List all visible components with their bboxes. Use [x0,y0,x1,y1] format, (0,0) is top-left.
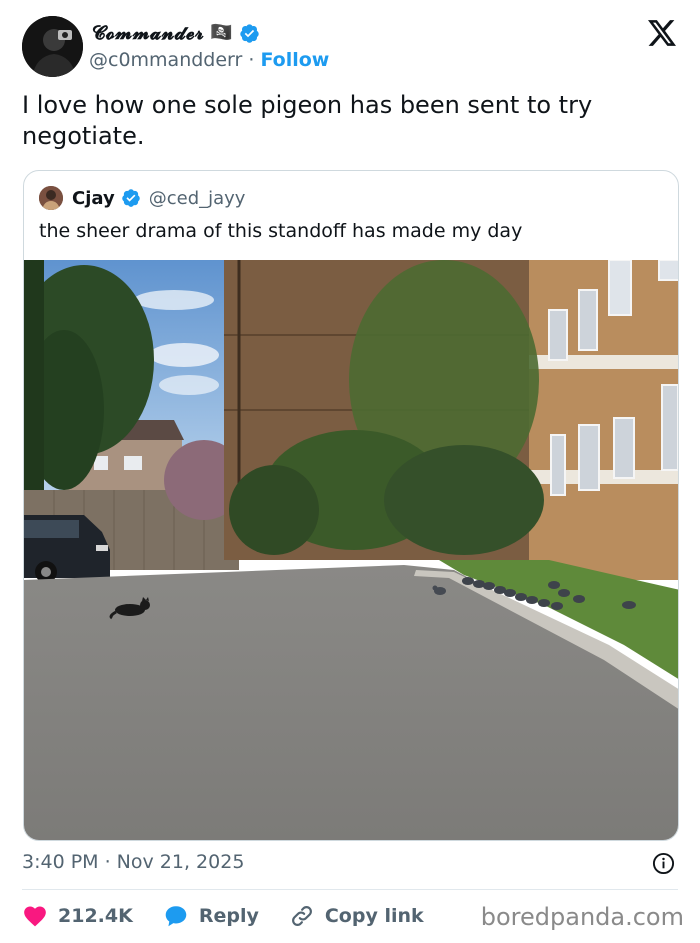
copy-link-label: Copy link [324,905,424,927]
author-name-row: 𝓒𝓸𝓶𝓶𝓪𝓷𝓭𝓮𝓻 🏴‍☠️ [92,22,260,44]
quoted-author-handle[interactable]: @ced_jayy [149,188,246,209]
quoted-author-avatar[interactable] [39,186,63,210]
heart-icon [24,906,46,927]
quoted-author-name[interactable]: Cjay [72,188,115,209]
info-icon[interactable] [652,852,675,875]
author-handle-row: @c0mmandderr · Follow [89,49,329,71]
quoted-tweet-header: Cjay @ced_jayy [39,186,245,210]
quoted-tweet-card[interactable]: Cjay @ced_jayy the sheer drama of this s… [23,170,679,841]
tweet-timestamp[interactable]: 3:40 PM · Nov 21, 2025 [22,851,244,873]
action-bar: 212.4K Reply Copy link [22,900,454,932]
reply-button[interactable]: Reply [163,903,259,929]
quoted-tweet-text: the sheer drama of this standoff has mad… [39,220,523,242]
source-watermark: boredpanda.com [480,903,684,931]
tweet-text: I love how one sole pigeon has been sent… [22,91,593,150]
like-count: 212.4K [58,905,133,927]
divider [22,889,678,890]
copy-link-button[interactable]: Copy link [289,903,424,929]
follow-button[interactable]: Follow [260,49,329,71]
pirate-flag-icon: 🏴‍☠️ [210,22,233,43]
tweet-header: 𝓒𝓸𝓶𝓶𝓪𝓷𝓭𝓮𝓻 🏴‍☠️ @c0mmandderr · Follow [22,16,682,80]
verified-badge-icon [240,23,259,43]
x-logo-icon[interactable] [648,20,676,46]
handle-separator: · [242,49,261,71]
like-button[interactable]: 212.4K [22,903,133,929]
reply-bubble-icon [165,906,187,927]
quoted-verified-badge-icon [121,189,140,207]
standoff-photo[interactable] [24,260,679,841]
author-handle[interactable]: @c0mmandderr [89,49,242,71]
author-display-name[interactable]: 𝓒𝓸𝓶𝓶𝓪𝓷𝓭𝓮𝓻 [92,22,204,44]
reply-label: Reply [198,905,259,927]
link-icon [291,906,312,926]
author-avatar[interactable] [22,16,83,77]
